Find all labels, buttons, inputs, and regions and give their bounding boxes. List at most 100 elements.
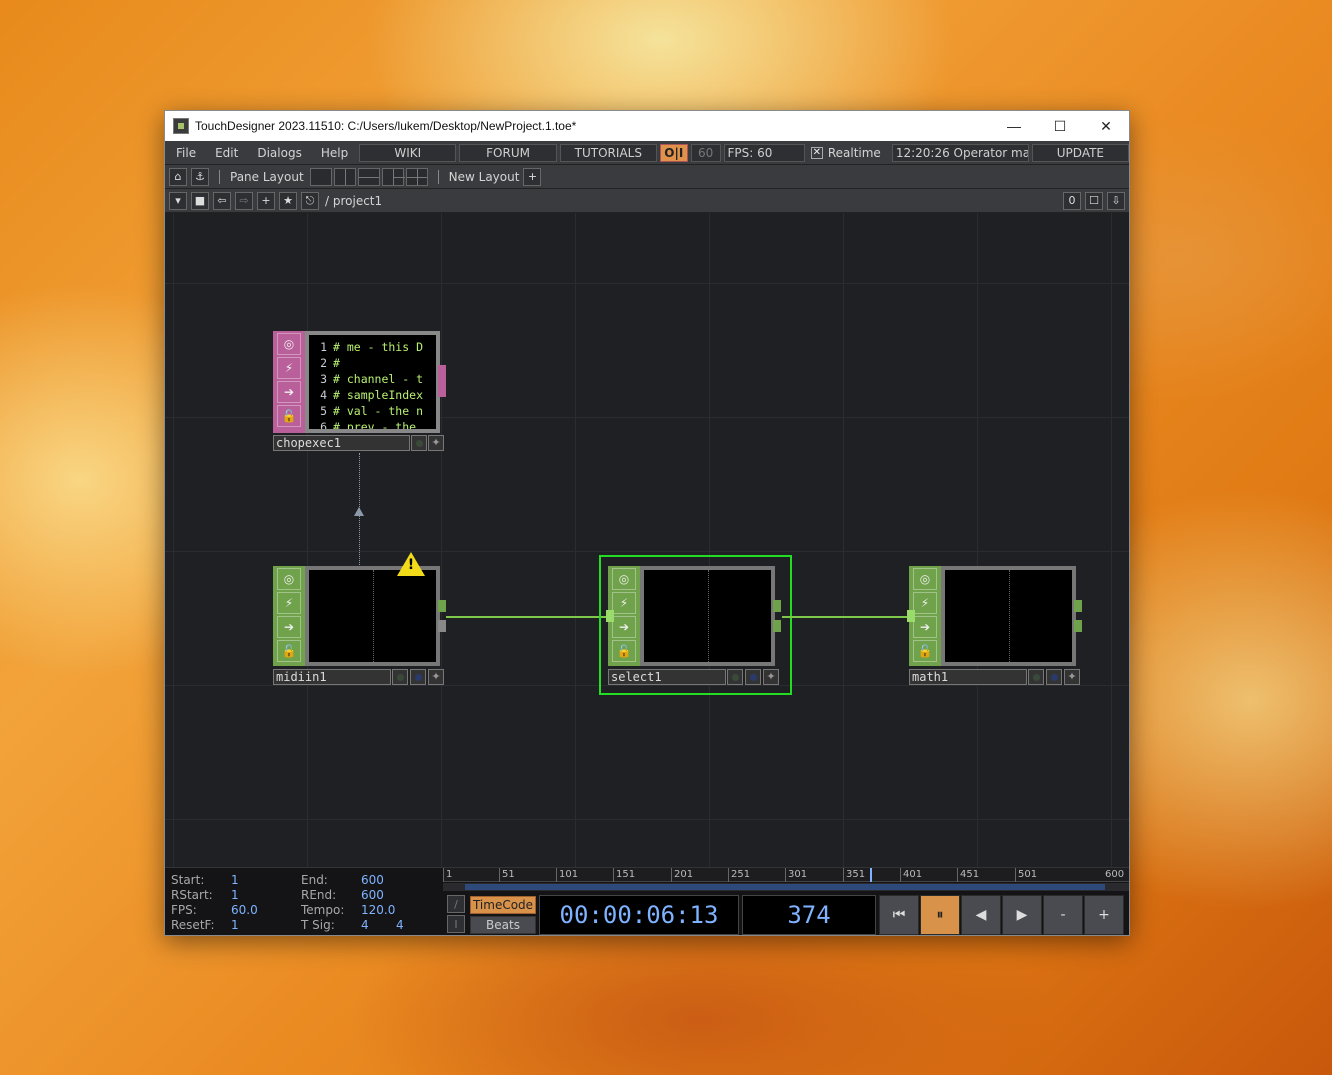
- download-arrow-icon[interactable]: ⇩: [1107, 191, 1125, 210]
- tsig-denominator[interactable]: 4: [396, 918, 404, 933]
- speed-down-button[interactable]: -: [1043, 895, 1083, 935]
- export-arrow-icon[interactable]: ➔: [277, 616, 301, 638]
- step-forward-button[interactable]: ▶: [1002, 895, 1042, 935]
- stop-icon[interactable]: ■: [191, 191, 209, 210]
- lock-icon[interactable]: 🔓: [913, 640, 937, 662]
- display-flag[interactable]: [410, 669, 426, 685]
- network-path[interactable]: / project1: [325, 194, 1059, 208]
- maximize-button[interactable]: ☐: [1037, 111, 1083, 141]
- chopexec1-node[interactable]: ◎ ⚡ ➔ 🔓 1 # me - this D 2 # 3 # channel - t…: [273, 331, 448, 453]
- start-value[interactable]: 1: [231, 873, 239, 888]
- oi-toggle[interactable]: O|I: [659, 143, 688, 162]
- menu-edit[interactable]: Edit: [204, 146, 246, 160]
- menu-help[interactable]: Help: [310, 146, 356, 160]
- back-arrow-icon[interactable]: ⇦: [213, 191, 231, 210]
- add-layout-button[interactable]: +: [523, 167, 542, 186]
- viewer-flag[interactable]: [727, 669, 743, 685]
- lock-icon[interactable]: 🔓: [277, 405, 301, 427]
- node-name[interactable]: math1: [909, 669, 1027, 685]
- bar-toggle[interactable]: I: [447, 915, 465, 933]
- midiin1-node[interactable]: ◎ ⚡ ➔ 🔓 midiin1 ✦ !: [273, 552, 448, 686]
- forward-arrow-icon[interactable]: ⇨: [235, 191, 253, 210]
- step-back-button[interactable]: ◀: [961, 895, 1001, 935]
- tutorials-button[interactable]: TUTORIALS: [559, 143, 657, 162]
- node-name[interactable]: select1: [608, 669, 726, 685]
- window-icon[interactable]: ☐: [1085, 191, 1103, 210]
- input-port[interactable]: [907, 610, 915, 622]
- wire-midiin-select[interactable]: [446, 616, 610, 618]
- bookmark-star-icon[interactable]: ★: [279, 191, 297, 210]
- rstart-value[interactable]: 1: [231, 888, 239, 903]
- export-arrow-icon[interactable]: ➔: [612, 616, 636, 638]
- plus-flag-icon[interactable]: ✦: [428, 435, 444, 451]
- display-flag[interactable]: [1046, 669, 1062, 685]
- select1-node[interactable]: ◎ ⚡ ➔ 🔓 select1 ✦: [606, 566, 783, 686]
- update-button[interactable]: UPDATE: [1031, 143, 1129, 162]
- add-operator-icon[interactable]: +: [257, 191, 275, 210]
- tempo-value[interactable]: 120.0: [361, 903, 395, 918]
- fps-limit-field[interactable]: 60: [690, 143, 721, 162]
- network-editor[interactable]: ◎ ⚡ ➔ 🔓 1 # me - this D 2 # 3 # channel - t…: [165, 213, 1129, 867]
- export-arrow-icon[interactable]: ➔: [913, 616, 937, 638]
- node-name[interactable]: chopexec1: [273, 435, 410, 451]
- minimize-button[interactable]: —: [991, 111, 1037, 141]
- output-port[interactable]: [773, 620, 781, 632]
- input-port[interactable]: [606, 610, 614, 622]
- network-view-icon[interactable]: ⌂: [169, 167, 187, 186]
- export-arrow-icon[interactable]: ➔: [277, 381, 301, 403]
- plus-flag-icon[interactable]: ✦: [1064, 669, 1080, 685]
- viewer-flag[interactable]: [1028, 669, 1044, 685]
- viewer-toggle-icon[interactable]: ◎: [277, 568, 301, 590]
- timecode-display[interactable]: 00:00:06:13: [539, 895, 739, 935]
- chevron-down-icon[interactable]: ▾: [169, 191, 187, 210]
- cook-icon[interactable]: ⚡: [277, 357, 301, 379]
- lock-icon[interactable]: 🔓: [612, 640, 636, 662]
- viewer-toggle-icon[interactable]: ◎: [612, 568, 636, 590]
- output-port[interactable]: [773, 600, 781, 612]
- realtime-checkbox[interactable]: ✕: [810, 146, 823, 159]
- tsig-numerator[interactable]: 4: [361, 918, 369, 933]
- output-port[interactable]: [1074, 600, 1082, 612]
- layout-split-horizontal-button[interactable]: [357, 167, 380, 186]
- output-port[interactable]: [438, 620, 446, 632]
- zero-field[interactable]: 0: [1063, 191, 1081, 210]
- frame-ruler[interactable]: 1 51 101 151 201 251 301 351 401 451 501…: [443, 868, 1129, 882]
- wiki-button[interactable]: WIKI: [359, 143, 457, 162]
- output-port[interactable]: [438, 365, 446, 397]
- playhead[interactable]: [870, 868, 872, 882]
- cook-icon[interactable]: ⚡: [277, 592, 301, 614]
- range-bar[interactable]: [465, 884, 1105, 890]
- rewind-button[interactable]: ⏮: [879, 895, 919, 935]
- forum-button[interactable]: FORUM: [459, 143, 557, 162]
- layout-four-pane-button[interactable]: [405, 167, 428, 186]
- pause-button[interactable]: ⏸: [920, 895, 960, 935]
- lock-icon[interactable]: 🔓: [277, 640, 301, 662]
- output-port[interactable]: [1074, 620, 1082, 632]
- parent-network-icon[interactable]: ⎋: [301, 191, 319, 210]
- output-port[interactable]: [438, 600, 446, 612]
- viewer-toggle-icon[interactable]: ◎: [277, 333, 301, 355]
- close-button[interactable]: ✕: [1083, 111, 1129, 141]
- cook-icon[interactable]: ⚡: [612, 592, 636, 614]
- anchor-icon[interactable]: ⚓: [191, 167, 209, 186]
- viewer-flag[interactable]: [411, 435, 427, 451]
- rend-value[interactable]: 600: [361, 888, 384, 903]
- viewer-toggle-icon[interactable]: ◎: [913, 568, 937, 590]
- display-flag[interactable]: [745, 669, 761, 685]
- speed-up-button[interactable]: +: [1084, 895, 1124, 935]
- layout-split-vertical-button[interactable]: [333, 167, 356, 186]
- wire-select-math[interactable]: [782, 616, 912, 618]
- viewer-flag[interactable]: [392, 669, 408, 685]
- frame-display[interactable]: 374: [742, 895, 876, 935]
- timecode-button[interactable]: TimeCode: [470, 896, 536, 914]
- node-name[interactable]: midiin1: [273, 669, 391, 685]
- fps-value[interactable]: 60.0: [231, 903, 258, 918]
- end-value[interactable]: 600: [361, 873, 384, 888]
- layout-three-pane-button[interactable]: [381, 167, 405, 186]
- slash-toggle[interactable]: /: [447, 895, 465, 913]
- menu-dialogs[interactable]: Dialogs: [246, 146, 309, 160]
- range-scrollbar[interactable]: [443, 883, 1129, 891]
- resetf-value[interactable]: 1: [231, 918, 239, 933]
- plus-flag-icon[interactable]: ✦: [428, 669, 444, 685]
- math1-node[interactable]: ◎ ⚡ ➔ 🔓 math1 ✦: [907, 566, 1084, 686]
